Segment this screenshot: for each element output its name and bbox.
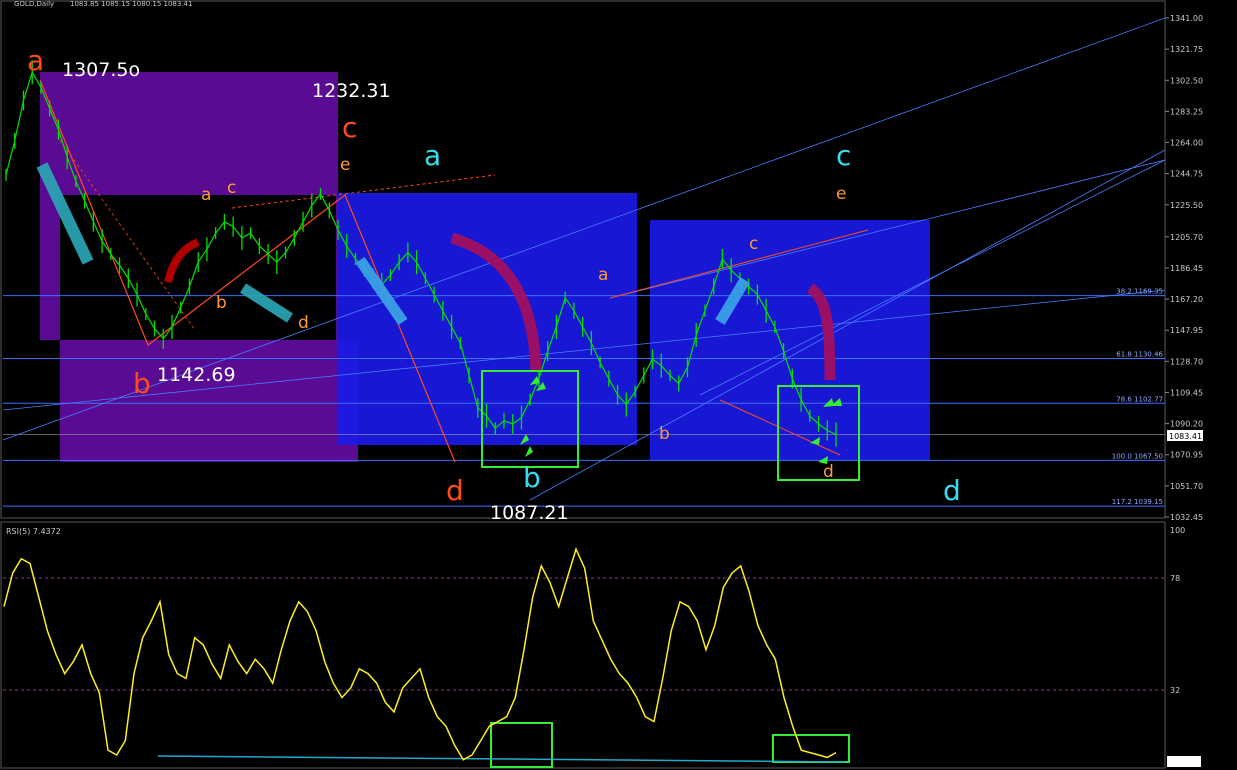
price-label-1087: 1087.21 bbox=[490, 502, 569, 524]
price-tick-label: 1321.75 bbox=[1170, 45, 1203, 54]
price-tick-label: 1070.95 bbox=[1170, 451, 1203, 460]
price-tick-label: 1225.50 bbox=[1170, 201, 1203, 210]
price-label-high: 1307.5o bbox=[62, 59, 140, 81]
price-tick-label: 1341.00 bbox=[1170, 14, 1203, 23]
wave-a-major: a bbox=[27, 44, 44, 77]
fib-label: 117.2 1039.15 bbox=[1112, 498, 1163, 506]
wave-d-major: d bbox=[446, 474, 464, 507]
wave-e-minor: e bbox=[340, 155, 350, 175]
rsi-panel-frame bbox=[0, 521, 1166, 769]
rsi-axis: 10078323.0651 bbox=[1170, 526, 1198, 767]
wave-c-minor: c bbox=[227, 178, 236, 198]
fib-label: 61.8 1130.46 bbox=[1116, 350, 1163, 358]
gold-daily-chart: 38.2 1169.3561.8 1130.4678.6 1102.77100.… bbox=[0, 0, 1203, 769]
rsi-tick-label: 78 bbox=[1170, 574, 1180, 583]
price-tick-label: 1244.75 bbox=[1170, 170, 1203, 179]
price-tick-label: 1283.25 bbox=[1170, 107, 1203, 116]
fib-label: 100.0 1067.50 bbox=[1112, 452, 1163, 460]
price-tick-label: 1186.45 bbox=[1170, 264, 1203, 273]
rsi-path bbox=[3, 546, 837, 761]
wave-c-major: c bbox=[342, 111, 357, 144]
wave-c-orange-2: c bbox=[749, 234, 758, 254]
ohlc-readout: 1083.85 1085.15 1080.15 1083.41 bbox=[70, 0, 192, 8]
price-label-1142: 1142.69 bbox=[157, 364, 236, 386]
price-tick-label: 1302.50 bbox=[1170, 76, 1203, 85]
wave-d-minor: d bbox=[298, 313, 309, 333]
rsi-line bbox=[3, 546, 837, 761]
wave-a-minor: a bbox=[201, 185, 211, 205]
wave-b-minor: b bbox=[216, 293, 227, 313]
price-tick-label: 1128.70 bbox=[1170, 357, 1203, 366]
price-tick-label: 1032.45 bbox=[1170, 513, 1203, 522]
wave-b-cyan: b bbox=[523, 461, 541, 494]
symbol-title: GOLD,Daily bbox=[14, 0, 54, 8]
wave-c-cyan: c bbox=[836, 139, 851, 172]
wave-a-cyan: a bbox=[424, 139, 441, 172]
price-label-1232: 1232.31 bbox=[312, 80, 391, 102]
wave-d-orange-2: d bbox=[823, 462, 834, 482]
rsi-highlight-box-2 bbox=[772, 734, 850, 763]
rsi-tick-label: 100 bbox=[1170, 526, 1185, 535]
wave-b-orange-2: b bbox=[659, 424, 670, 444]
fib-label: 78.6 1102.77 bbox=[1116, 395, 1163, 403]
wave-a-orange-2: a bbox=[598, 265, 608, 285]
price-tick-label: 1147.95 bbox=[1170, 326, 1203, 335]
price-tick-label: 1109.45 bbox=[1170, 388, 1203, 397]
wave-e-orange-2: e bbox=[836, 184, 846, 204]
rsi-support-line bbox=[157, 755, 847, 763]
price-tick-label: 1051.70 bbox=[1170, 482, 1203, 491]
price-axis: 1341.00 1321.75 1302.50 1283.25 1264.00 1244.… bbox=[1165, 14, 1203, 522]
wave-b-major: b bbox=[133, 367, 151, 400]
price-tick-label: 1264.00 bbox=[1170, 139, 1203, 148]
rsi-highlight-box-1 bbox=[490, 722, 553, 768]
price-tick-label: 1167.20 bbox=[1170, 295, 1203, 304]
blue-zone-2 bbox=[650, 220, 930, 460]
price-tick-label: 1205.70 bbox=[1170, 233, 1203, 242]
price-tick-label: 1090.20 bbox=[1170, 420, 1203, 429]
rsi-title: RSI(5) 7.4372 bbox=[6, 527, 61, 536]
rsi-value-box bbox=[1167, 756, 1201, 767]
wave-d-cyan: d bbox=[943, 474, 961, 507]
current-price-label: 1083.41 bbox=[1169, 432, 1202, 441]
rsi-tick-label: 32 bbox=[1170, 686, 1180, 695]
